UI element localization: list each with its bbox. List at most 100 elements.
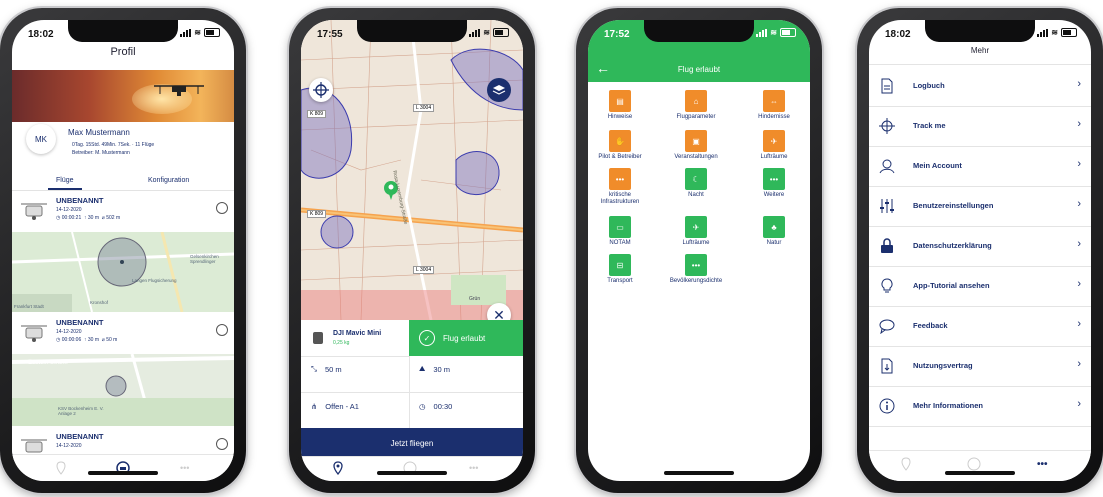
fly-now-button[interactable]: Jetzt fliegen [301,428,523,458]
drone-icon [313,332,323,344]
chevron-right-icon: › [1077,278,1081,290]
menu-item-datenschutz[interactable]: Datenschutzerklärung › [869,226,1091,267]
rule-flugparameter[interactable]: ⌂ Flugparameter [666,90,726,121]
menu-item-track-me[interactable]: Track me › [869,106,1091,147]
dots-icon: ••• [609,168,631,190]
document-icon [881,78,893,94]
rule-label: kritische Infrastrukturen [600,192,640,205]
rule-hinweise[interactable]: ▤ Hinweise [590,90,650,121]
menu-label: Mehr Informationen [913,401,984,410]
more-icon[interactable]: ••• [1037,459,1048,470]
airspace-map[interactable]: L 3004 K 809 K 809 L 3004 Rosa-Luxemburg… [301,20,523,320]
rule-nacht[interactable]: ☾ Nacht [666,168,726,199]
layers-button[interactable] [487,78,511,102]
battery-icon [780,28,796,37]
crosshair-icon [879,118,895,134]
rule-weitere[interactable]: ••• Weitere [744,168,804,199]
hierarchy-icon: ⋔ [311,402,318,411]
flight-distance: 502 m [106,215,121,221]
map-screen: 17:55 ≋ L 3004 K 809 K 809 L 3004 Rosa-L… [301,20,523,481]
road-label: K 809 [307,110,327,118]
menu-item-logbuch[interactable]: Logbuch › [869,66,1091,107]
close-button[interactable]: ✕ [487,303,511,320]
rule-label: Pilot & Betreiber [598,154,642,160]
menu-item-feedback[interactable]: Feedback › [869,306,1091,347]
page-title: Profil [110,46,136,58]
menu-label: Datenschutzerklärung [913,241,992,250]
menu-item-app-tutorial[interactable]: App-Tutorial ansehen › [869,266,1091,307]
phone-profile: 18:02 ≋ Profil MK Max Mustermann 0Tag. 1… [0,8,246,493]
close-icon: ✕ [493,306,505,321]
notch [925,20,1035,42]
nature-icon: ♣ [763,216,785,238]
notam-icon: ▭ [609,216,631,238]
flight-map[interactable]: Gelsenkirchen Sprendlinger Langen Flugsi… [12,232,234,312]
rule-kritische-infrastrukturen[interactable]: ••• kritische Infrastrukturen [590,168,650,206]
tab-konfiguration[interactable]: Konfiguration [148,177,189,184]
rule-veranstaltungen[interactable]: ▣ Veranstaltungen [666,130,726,161]
flight-duration: 00:00:21 [61,215,82,221]
flight-map[interactable]: Eastein-Straße KSV Bockenheim E. V. Anla… [12,354,234,426]
rule-label: Hinweise [607,114,633,120]
rule-luftraeume-2[interactable]: ✈ Lufträume [666,216,726,247]
smiley-icon[interactable] [216,324,228,336]
location-icon[interactable] [899,457,913,471]
map-graphic [301,20,523,320]
status-icons: ≋ [180,28,220,37]
avatar[interactable]: MK [26,124,56,154]
tab-fluege[interactable]: Flüge [48,177,81,190]
phone-rules: ← Flug erlaubt 17:52 ≋ ▤ Hinweise ⌂ Flugpa… [576,8,822,493]
drone-icon[interactable] [967,457,981,471]
rule-label: Natur [766,240,782,246]
rule-natur[interactable]: ♣ Natur [744,216,804,247]
smiley-icon[interactable] [216,202,228,214]
menu-label: Mein Account [913,161,962,170]
status-icons: ≋ [1037,28,1077,37]
locate-button[interactable] [309,78,333,102]
location-icon[interactable] [54,461,68,475]
map-label: Kronshof [90,300,109,305]
flight-item[interactable]: UNBENANNT 14-12-2020 ◷ 00:00:06 ↑ 30 m ⌀… [12,316,234,352]
flight-date: 14-12-2020 [56,329,82,335]
obstacle-icon: ⇔ [763,90,785,112]
more-screen: 18:02 ≋ Mehr Logbuch › Track me › Mein Acc… [869,20,1091,481]
rule-notam[interactable]: ▭ NOTAM [590,216,650,247]
rule-hindernisse[interactable]: ⇔ Hindernisse [744,90,804,121]
smiley-icon[interactable] [216,438,228,450]
chat-icon [879,319,895,334]
rule-label: Bevölkerungsdichte [669,278,723,284]
more-icon[interactable]: ••• [469,463,478,473]
flight-category: ⋔ Offen - A1 [311,402,407,411]
flight-item[interactable]: UNBENANNT 14-12-2020 ◷ 00:00:21 ↑ 30 m ⌀… [12,194,234,230]
wifi-icon: ≋ [1051,28,1058,37]
sliders-icon [880,199,894,213]
rule-transport[interactable]: ⊟ Transport [590,254,650,285]
page-title: Flug erlaubt [677,65,721,74]
more-icon[interactable]: ••• [180,463,189,473]
flight-duration: ◷ 00:30 [419,402,515,411]
menu-item-benutzereinstellungen[interactable]: Benutzereinstellungen › [869,186,1091,227]
rule-label: Flugparameter [676,114,716,120]
drone-silhouette-icon [154,85,204,96]
lightbulb-icon [881,278,893,293]
flight-date: 14-12-2020 [56,443,82,449]
profile-operator: Betreiber: M. Mustermann [72,150,130,156]
phone-more: 18:02 ≋ Mehr Logbuch › Track me › Mein Acc… [857,8,1103,493]
location-icon[interactable] [331,461,345,475]
road-label: K 809 [307,210,327,218]
menu-item-nutzungsvertrag[interactable]: Nutzungsvertrag › [869,346,1091,387]
rule-label: Nacht [688,192,704,198]
flight-height: 30 m [87,215,100,221]
battery-icon [493,28,509,37]
rule-bevoelkerungsdichte[interactable]: ••• Bevölkerungsdichte [658,254,734,285]
menu-item-mehr-informationen[interactable]: Mehr Informationen › [869,386,1091,427]
flight-status[interactable]: ✓ Flug erlaubt [409,320,523,356]
rule-pilot-betreiber[interactable]: ✋ Pilot & Betreiber [590,130,650,161]
flight-map-graphic [12,232,234,312]
menu-label: Benutzereinstellungen [913,201,994,210]
profile-screen: 18:02 ≋ Profil MK Max Mustermann 0Tag. 1… [12,20,234,481]
rule-luftraeume[interactable]: ✈ Lufträume [744,130,804,161]
menu-item-mein-account[interactable]: Mein Account › [869,146,1091,187]
menu-label: Logbuch [913,81,945,90]
drone-selector[interactable]: DJI Mavic Mini 0,25 kg [301,320,410,357]
